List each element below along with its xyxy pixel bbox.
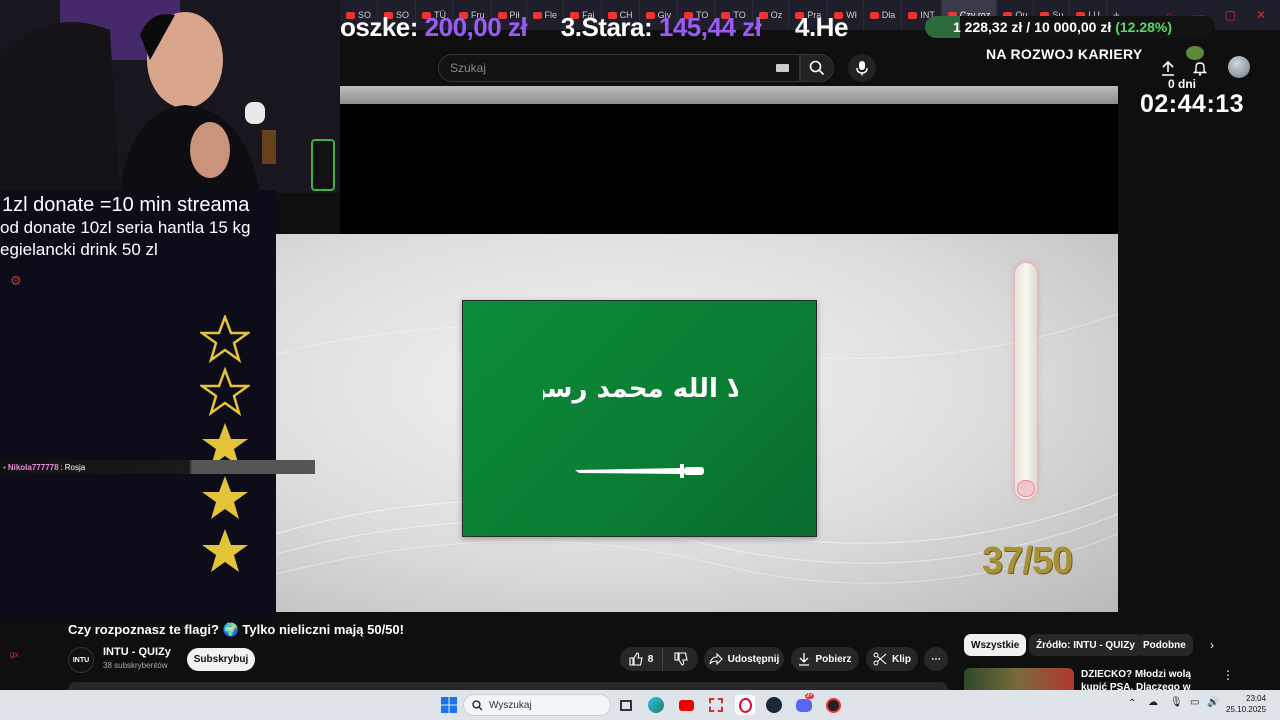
discord-badge: 9+ — [805, 693, 814, 699]
progress-tube-fill — [1017, 480, 1035, 497]
search-icon — [809, 60, 825, 76]
task-view-icon[interactable] — [616, 695, 636, 715]
goal-target: 10 000,00 zł — [1034, 19, 1112, 35]
recommended-title[interactable]: DZIECKO? Młodzi wolą kupić PSA. Dlaczego… — [1081, 668, 1211, 690]
subscribe-button[interactable]: Subskrybuj — [187, 648, 255, 671]
ticker-name: 4.He — [795, 12, 848, 42]
kebab-menu-icon[interactable]: ⋮ — [1222, 668, 1234, 682]
goal-banner: NA ROZWOJ KARIERY — [986, 46, 1143, 62]
chip-related[interactable]: Podobne — [1136, 634, 1193, 656]
scissors-icon — [873, 652, 887, 666]
subscriber-count: 38 subskrybentów — [103, 661, 168, 670]
download-button[interactable]: Pobierz — [791, 647, 859, 671]
star-outline-icon — [198, 313, 252, 364]
goal-current: 1 228,32 zł — [953, 19, 1023, 35]
donation-ticker: oszke: 200,00 zł 3.Stara: 145,44 zł 4.He — [340, 12, 920, 46]
stream-timer: 02:44:13 — [1140, 90, 1245, 118]
gear-icon[interactable]: ⚙ — [10, 273, 22, 289]
donation-goal-bar: 1 228,32 zł / 10 000,00 zł (12.28%) — [925, 16, 1215, 38]
goal-percent: (12.28%) — [1115, 19, 1173, 35]
close-icon[interactable]: ✕ — [1256, 8, 1266, 22]
windows-start-icon[interactable] — [439, 695, 459, 715]
display-icon[interactable]: ▭ — [1190, 697, 1199, 708]
star-rating — [198, 313, 252, 590]
days-counter: 0 dni — [1168, 77, 1197, 91]
webcam-feed — [0, 0, 340, 193]
upload-icon[interactable] — [1158, 58, 1178, 78]
player-letterbox — [340, 104, 1118, 234]
maximize-icon[interactable]: ▢ — [1225, 8, 1236, 22]
ticker-value: 145,44 zł — [658, 12, 762, 42]
side-icon: gx — [10, 650, 19, 659]
recommended-thumbnail[interactable] — [964, 668, 1074, 692]
chip-all[interactable]: Wszystkie — [964, 634, 1027, 656]
goal-separator: / — [1026, 19, 1031, 35]
youtube-app-icon[interactable] — [676, 695, 696, 715]
microphone-tray-icon[interactable]: 🎙 — [1170, 697, 1183, 708]
taskbar — [0, 690, 1280, 720]
chevron-right-icon[interactable]: › — [1210, 638, 1214, 652]
volume-icon[interactable]: 🔊 — [1207, 697, 1219, 708]
chat-message: ▪ Nikola777778 : Rosja — [0, 460, 315, 474]
progress-tube — [1015, 263, 1037, 499]
taskbar-clock[interactable]: 23:04 25.10.2025 — [1226, 693, 1266, 715]
snipping-tool-icon[interactable] — [706, 695, 726, 715]
description-box[interactable] — [68, 682, 948, 690]
more-actions-icon[interactable]: ⋯ — [924, 647, 948, 671]
taskbar-search-input[interactable]: Wyszukaj — [463, 694, 611, 716]
search-input[interactable]: Szukaj — [438, 54, 800, 82]
clock-time: 23:04 — [1246, 694, 1267, 703]
shahada-text: لا إله إلا الله محمد رسول الله — [543, 373, 738, 404]
microphone-icon — [856, 61, 868, 76]
account-avatar[interactable] — [1228, 56, 1250, 78]
cloud-icon[interactable]: ☁ — [1148, 697, 1158, 708]
share-icon — [709, 653, 723, 665]
app-icon[interactable] — [823, 695, 843, 715]
player-top-strip — [340, 86, 1118, 104]
star-outline-icon — [198, 366, 252, 417]
chat-username: Nikola777778 — [7, 462, 59, 472]
star-filled-icon — [202, 529, 248, 572]
dislike-button[interactable] — [662, 647, 698, 671]
discord-icon[interactable]: 9+ — [794, 693, 814, 715]
channel-name[interactable]: INTU - QUIZy — [103, 646, 171, 658]
clip-button[interactable]: Klip — [866, 647, 918, 671]
ticker-name: 3.Stara: — [560, 12, 653, 42]
donate-rule-1: 1zl donate =10 min streama — [2, 194, 250, 216]
saudi-flag-image: لا إله إلا الله محمد رسول الله — [462, 300, 817, 537]
chevron-up-icon[interactable]: ⌃ — [1128, 698, 1136, 709]
channel-avatar[interactable]: INTU — [68, 647, 94, 673]
keyboard-icon[interactable] — [776, 64, 789, 72]
clock-date: 25.10.2025 — [1226, 705, 1267, 714]
star-filled-icon — [202, 476, 248, 519]
chip-source[interactable]: Źródło: INTU - QUIZy — [1029, 634, 1142, 656]
opera-gx-icon[interactable] — [735, 695, 755, 715]
edge-icon[interactable] — [646, 695, 666, 715]
thumbs-up-icon — [629, 652, 643, 666]
quiz-score: 37/50 — [982, 540, 1073, 582]
search-icon — [472, 699, 483, 710]
chat-badge-icon: ▪ — [3, 462, 6, 472]
download-icon — [799, 653, 810, 666]
steam-icon[interactable] — [764, 695, 784, 715]
share-button[interactable]: Udostępnij — [704, 647, 784, 671]
notifications-icon[interactable] — [1190, 58, 1210, 78]
chat-text: Rosja — [64, 462, 86, 472]
ticker-name: oszke: — [340, 12, 418, 42]
like-button[interactable]: 8 — [620, 647, 662, 671]
sword-icon — [575, 464, 704, 478]
thumbs-down-icon — [673, 652, 688, 666]
voice-search-button[interactable] — [848, 54, 876, 82]
search-button[interactable] — [800, 54, 834, 82]
chat-separator: : — [60, 462, 63, 472]
donate-rule-3: egielancki drink 50 zl — [0, 240, 158, 259]
like-count: 8 — [647, 653, 654, 665]
donate-rule-2: od donate 10zl seria hantla 15 kg — [0, 218, 251, 237]
video-title: Czy rozpoznasz te flagi? 🌍 Tylko nielicz… — [68, 622, 404, 637]
ticker-value: 200,00 zł — [424, 12, 528, 42]
